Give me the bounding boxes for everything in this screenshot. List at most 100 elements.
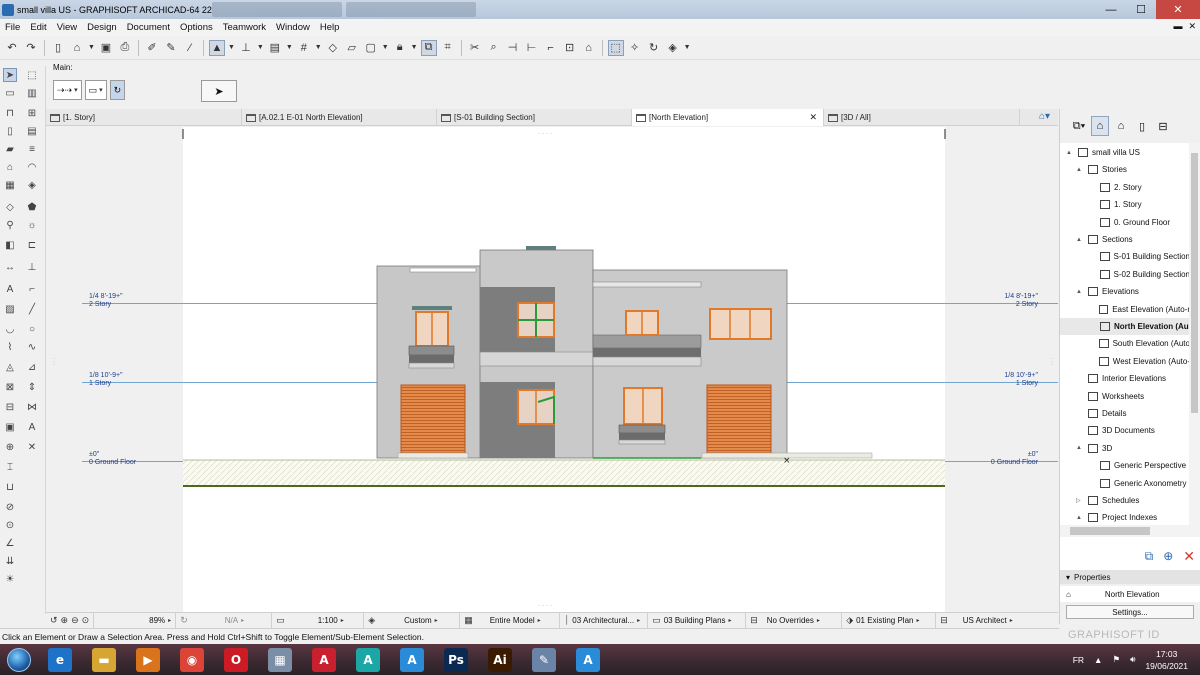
elevation-canvas[interactable]: 1/4 8'-19+" 2 Story 1/4 8'-19+" 2 Story … [46,127,1058,612]
left-resize-handle[interactable]: ⋮ [50,357,58,377]
navigator-item[interactable]: West Elevation (Auto- [1060,353,1190,370]
hotspot-icon[interactable]: ◬ [3,360,17,374]
expand-toggle-icon[interactable]: ▷ [1076,497,1084,504]
taskbar-app-button[interactable]: ▦ [260,645,300,675]
tab-list-icon[interactable]: ⌂▾ [1039,111,1050,122]
drawing-icon[interactable]: ⊠ [3,380,17,394]
dimension-icon[interactable]: ↔ [3,260,17,274]
roof-tool-icon[interactable]: ⌂ [3,160,17,174]
tab-1-story[interactable]: [1. Story] [46,109,242,126]
trace-icon[interactable]: ▤ [267,40,283,56]
lamp-icon[interactable]: ☼ [25,218,39,232]
print-icon[interactable]: ⎙ [117,40,133,56]
navigator-horizontal-scrollbar[interactable] [1060,525,1200,537]
graphisoft-id-label[interactable]: GRAPHISOFT ID [1068,629,1160,641]
delete-view-icon[interactable]: ✕ [1183,548,1195,565]
wall-end-icon[interactable]: ⌶ [3,460,17,474]
renovation-icon[interactable]: ⌗ [440,40,456,56]
fillet-icon[interactable]: ⌐ [543,40,559,56]
adjust-icon[interactable]: ⌕ [486,40,502,56]
zone-icon[interactable]: ◧ [3,238,17,252]
menu-view[interactable]: View [52,22,82,33]
trim-icon[interactable]: ⊢ [524,40,540,56]
zoom-field[interactable]: 89% ▸ [94,612,177,629]
layers-icon[interactable]: ◇ [325,40,341,56]
open-dropdown-icon[interactable]: ▼ [88,44,95,51]
navigator-item[interactable]: Interior Elevations [1060,370,1190,387]
doc-close-icon[interactable]: ✕ [1188,21,1196,32]
shell-icon[interactable]: ◠ [25,160,39,174]
properties-header[interactable]: ▾ Properties [1060,570,1200,584]
lock-icon[interactable]: 🔒︎ [392,40,408,56]
navigator-item[interactable]: East Elevation (Auto-r [1060,301,1190,318]
navigator-item[interactable]: ▷ Schedules [1060,492,1190,509]
navigator-item[interactable]: 0. Ground Floor [1060,214,1190,231]
dimension-standard-field[interactable]: ⊟ US Architect ▸ [936,613,1030,629]
view-map-icon[interactable]: ⌂ [1112,116,1130,136]
column-icon[interactable]: ▯ [3,124,17,138]
close-window-button[interactable]: ✕ [1156,0,1200,19]
taskbar-app-button[interactable]: A [392,645,432,675]
change-icon[interactable]: ⊕ [3,440,17,454]
elevation-dimension-icon[interactable]: ⇊ [3,554,17,568]
menu-teamwork[interactable]: Teamwork [218,22,271,33]
camera-icon[interactable]: ☀ [3,572,17,586]
navigator-item[interactable]: ▲ Project Indexes [1060,509,1190,525]
skylight-tool-icon[interactable]: ⊘ [3,500,17,514]
roof-icon[interactable]: ⌂ [581,40,597,56]
expand-toggle-icon[interactable]: ▲ [1076,167,1084,173]
radial-dimension-icon[interactable]: ⊙ [3,518,17,532]
tab-north-elevation[interactable]: [North Elevation] ✕ [632,109,824,126]
arrow-selection-button[interactable]: ⇢⇢ ▾ [53,80,82,100]
line-icon[interactable]: ╱ [25,302,39,316]
view-settings-dropdown-icon[interactable]: ▼ [382,44,389,51]
pointer-tool-button[interactable]: ➤ [201,80,237,102]
slab-icon[interactable]: ▰ [3,142,17,156]
menu-options[interactable]: Options [175,22,218,33]
beam-icon[interactable]: ▤ [25,124,39,138]
text-icon[interactable]: A [3,282,17,296]
arc-icon[interactable]: ◡ [3,322,17,336]
lock-dropdown-icon[interactable]: ▼ [411,44,418,51]
menu-window[interactable]: Window [271,22,315,33]
taskbar-app-button[interactable]: A [304,645,344,675]
maximize-button[interactable]: ☐ [1126,0,1156,19]
worksheet-tool-icon[interactable]: ▣ [3,420,17,434]
save-icon[interactable]: ▣ [98,40,114,56]
scale-field[interactable]: ▭ 1:100 ▸ [272,612,365,629]
gravity-icon[interactable]: ▲ [208,39,225,56]
graphic-override-field[interactable]: ⊟ No Overrides ▸ [746,612,843,629]
skylight-icon[interactable]: ◈ [25,178,39,192]
elevation-tool-icon[interactable]: ⊟ [3,400,17,414]
text-tool-icon[interactable]: A [25,420,39,434]
undo-icon[interactable]: ↶ [4,40,20,56]
fill-icon[interactable]: ▨ [3,302,17,316]
flag-icon[interactable]: ⚑ [1112,654,1120,665]
navigator-item[interactable]: Generic Perspective [1060,457,1190,474]
volume-icon[interactable]: 🔊︎ [1130,654,1135,665]
grid-tool-icon[interactable]: ✕ [25,440,39,454]
clock[interactable]: 17:03 19/06/2021 [1145,648,1188,672]
snap-dropdown-icon[interactable]: ▼ [257,44,264,51]
polyline-icon[interactable]: ⌇ [3,340,17,354]
object-icon[interactable]: ⚲ [3,218,17,232]
figure-icon[interactable]: ⊿ [25,360,39,374]
right-resize-handle[interactable]: ⋮ [1048,357,1056,377]
taskbar-app-button[interactable]: ▶ [128,645,168,675]
trace-dropdown-icon[interactable]: ▼ [286,44,293,51]
menu-document[interactable]: Document [122,22,175,33]
navigator-item[interactable]: ▲ Sections [1060,231,1190,248]
wall-icon[interactable]: ▥ [25,86,39,100]
navigator-item[interactable]: ▲ Elevations [1060,283,1190,300]
taskbar-app-button[interactable]: e [40,645,80,675]
navigator-popup-icon[interactable]: ⧉▾ [1070,116,1088,136]
split-icon[interactable]: ✂ [467,40,483,56]
navigator-vertical-scrollbar[interactable] [1189,143,1200,525]
tab-e01-north-elevation[interactable]: [A.02.1 E-01 North Elevation] [242,109,437,126]
navigator-item[interactable]: ▲ 3D [1060,440,1190,457]
layer-combination-field[interactable]: ◈ Custom ▸ [364,612,461,629]
minimize-button[interactable]: — [1096,0,1126,19]
stair-icon[interactable]: ≡ [25,142,39,156]
pen-set-field[interactable]: ⏐ 03 Architectural... ▸ [560,612,649,629]
taskbar-app-button[interactable]: O [216,645,256,675]
